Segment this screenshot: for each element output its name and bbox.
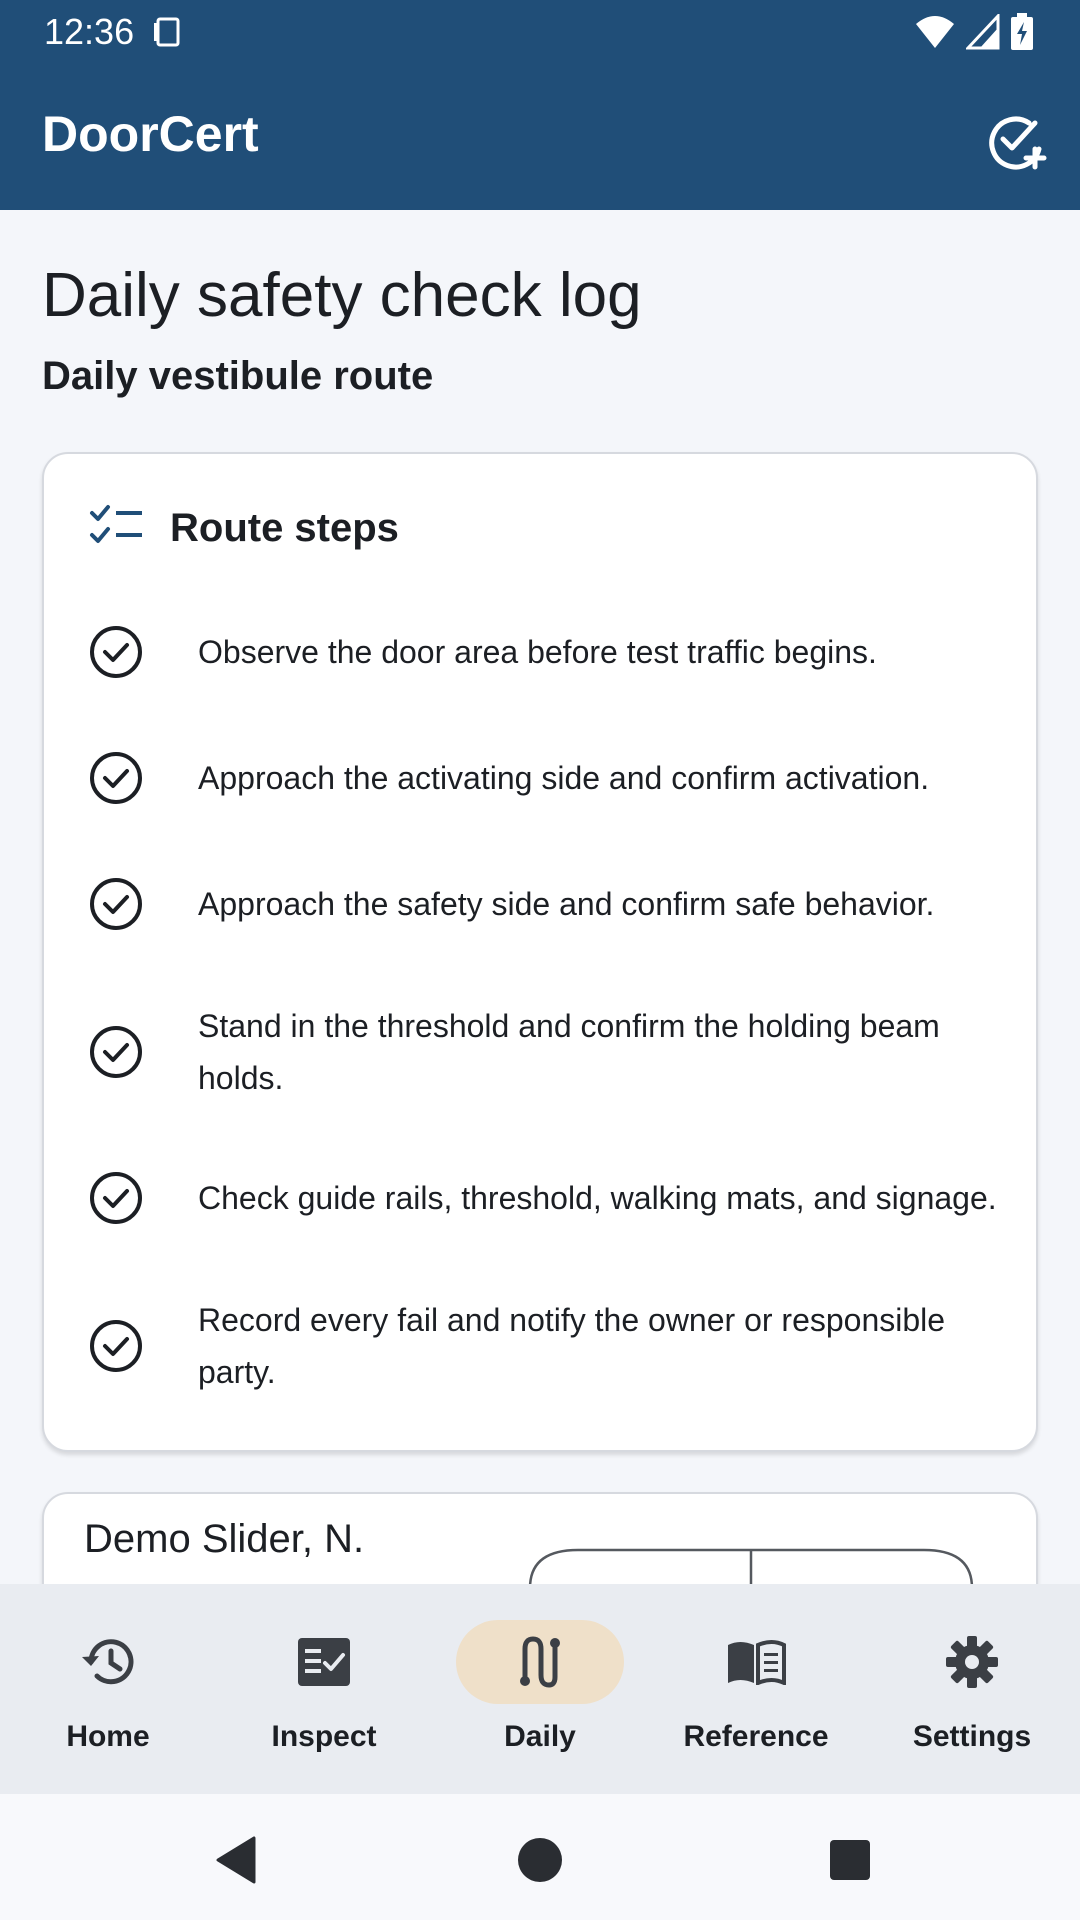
route-step: Approach the safety side and confirm saf… xyxy=(88,866,1008,942)
nav-settings-label: Settings xyxy=(912,1720,1032,1753)
check-circle-icon xyxy=(90,752,142,804)
nav-inspect-label: Inspect xyxy=(271,1720,377,1753)
system-recents-button[interactable] xyxy=(820,1830,880,1890)
route-step: Approach the activating side and confirm… xyxy=(88,740,1008,816)
nav-inspect[interactable]: Inspect xyxy=(216,1584,432,1794)
route-steps-header: Route steps xyxy=(88,498,399,558)
route-step-text: Stand in the threshold and confirm the h… xyxy=(198,1008,940,1096)
route-icon xyxy=(520,1636,560,1688)
check-add-icon xyxy=(989,116,1047,170)
route-step: Observe the door area before test traffi… xyxy=(88,614,1008,690)
nav-reference-indicator xyxy=(672,1620,840,1704)
nav-daily-indicator xyxy=(456,1620,624,1704)
check-circle-icon xyxy=(90,1026,142,1078)
checklist-box-icon xyxy=(298,1638,350,1686)
wifi-icon xyxy=(916,16,954,48)
route-step-text: Record every fail and notify the owner o… xyxy=(198,1302,946,1390)
system-back-button[interactable] xyxy=(206,1830,266,1890)
sim-card-icon xyxy=(154,17,180,47)
check-circle-icon xyxy=(90,626,142,678)
book-icon xyxy=(728,1640,786,1685)
check-circle-icon xyxy=(90,1172,142,1224)
signal-icon xyxy=(966,14,1000,50)
nav-settings[interactable]: Settings xyxy=(864,1584,1080,1794)
battery-icon xyxy=(1011,13,1033,50)
app-title: DoorCert xyxy=(42,106,259,162)
route-step-text: Approach the activating side and confirm… xyxy=(198,760,930,796)
route-step: Check guide rails, threshold, walking ma… xyxy=(88,1138,1008,1258)
bottom-navigation: Home Inspect Daily Reference Settings xyxy=(0,1584,1080,1794)
route-step: Record every fail and notify the owner o… xyxy=(88,1286,1008,1406)
door-card-title: Demo Slider, N. xyxy=(84,1517,365,1561)
home-circle-icon xyxy=(518,1838,562,1882)
check-circle-icon xyxy=(90,878,142,930)
nav-daily-label: Daily xyxy=(504,1720,576,1753)
system-home-button[interactable] xyxy=(510,1830,570,1890)
nav-daily[interactable]: Daily xyxy=(432,1584,648,1794)
nav-settings-indicator xyxy=(888,1620,1056,1704)
main-content[interactable]: Daily safety check log Daily vestibule r… xyxy=(0,210,1080,1584)
route-step: Stand in the threshold and confirm the h… xyxy=(88,992,1008,1112)
nav-reference[interactable]: Reference xyxy=(648,1584,864,1794)
status-icons xyxy=(914,12,1034,52)
status-time: 12:36 xyxy=(44,11,135,52)
system-navigation-bar xyxy=(0,1794,1080,1920)
history-icon xyxy=(82,1639,134,1685)
recents-square-icon xyxy=(830,1840,870,1880)
nav-home-label: Home xyxy=(66,1720,150,1753)
nav-home[interactable]: Home xyxy=(0,1584,216,1794)
route-steps-card: Route steps Observe the door area before… xyxy=(42,452,1038,1452)
back-triangle-icon xyxy=(216,1836,256,1884)
app-bar: DoorCert xyxy=(0,64,1080,210)
nav-inspect-indicator xyxy=(240,1620,408,1704)
route-step-text: Approach the safety side and confirm saf… xyxy=(198,886,935,922)
status-bar: 12:36 xyxy=(0,0,1080,64)
route-step-text: Observe the door area before test traffi… xyxy=(198,634,877,670)
gear-icon xyxy=(946,1636,998,1688)
page-title: Daily safety check log xyxy=(42,261,642,330)
route-step-text: Check guide rails, threshold, walking ma… xyxy=(198,1180,997,1216)
sliding-door-diagram xyxy=(529,1548,973,1584)
checklist-icon xyxy=(90,505,142,543)
nav-home-indicator xyxy=(24,1620,192,1704)
nav-reference-label: Reference xyxy=(683,1720,829,1753)
door-card[interactable]: Demo Slider, N. xyxy=(42,1492,1038,1584)
route-steps-title: Route steps xyxy=(170,505,399,550)
check-circle-icon xyxy=(90,1320,142,1372)
page-subtitle: Daily vestibule route xyxy=(42,354,434,398)
add-check-button[interactable] xyxy=(980,104,1052,176)
